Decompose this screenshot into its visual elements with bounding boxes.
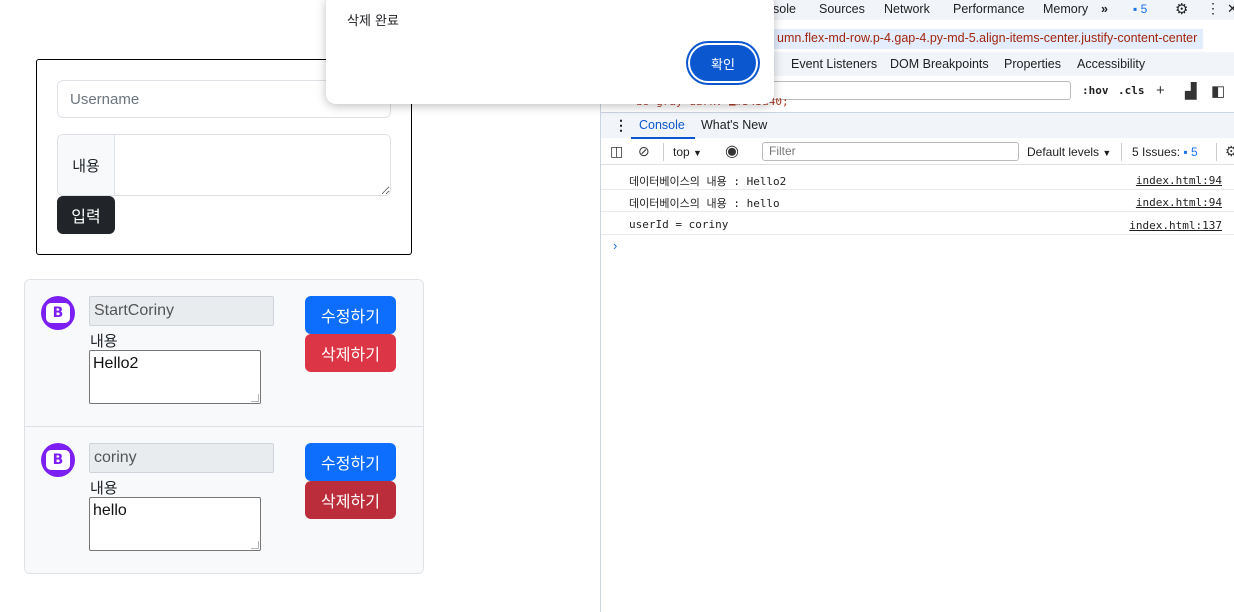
drawer-menu-icon[interactable]: ⋮ xyxy=(614,117,628,134)
post-content-label: 내용 xyxy=(90,332,118,350)
log-levels-dropdown[interactable]: Default levels ▼ xyxy=(1027,145,1111,159)
paint-brush-icon[interactable]: ▟ xyxy=(1185,82,1197,100)
content-input-label: 내용 xyxy=(58,135,115,195)
edit-button[interactable]: 수정하기 xyxy=(305,296,396,334)
console-log-source-link[interactable]: index.html:94 xyxy=(1136,196,1222,209)
resize-grip-icon[interactable] xyxy=(251,541,259,549)
cls-toggle[interactable]: .cls xyxy=(1118,84,1145,97)
bootstrap-logo-letter: B xyxy=(46,303,70,323)
hov-toggle[interactable]: :hov xyxy=(1082,84,1109,97)
chevron-down-icon: ▼ xyxy=(1102,148,1112,158)
tab-console[interactable]: Console xyxy=(631,118,695,139)
tab-accessibility[interactable]: Accessibility xyxy=(1077,57,1145,71)
log-levels-label: Default levels xyxy=(1027,145,1100,159)
post-content-text: Hello2 xyxy=(93,355,139,372)
post-content-textarea[interactable]: hello xyxy=(89,497,261,551)
clear-console-icon[interactable]: ⊘ xyxy=(638,143,650,160)
toggle-sidebar-icon[interactable]: ◧ xyxy=(1211,82,1225,100)
toolbar-divider xyxy=(663,143,664,161)
close-icon[interactable]: ✕ xyxy=(1227,1,1234,17)
toolbar-divider xyxy=(1121,143,1122,161)
console-log-row: userId = coriny index.html:137 xyxy=(601,213,1234,235)
alert-ok-button[interactable]: 확인 xyxy=(690,45,756,81)
more-tabs-icon[interactable]: » xyxy=(1101,2,1108,16)
message-icon: ▪ xyxy=(1133,2,1138,16)
bootstrap-logo-letter: B xyxy=(46,450,70,470)
console-log-row: 데이터베이스의 내용 : hello index.html:94 xyxy=(601,190,1234,212)
console-log-source-link[interactable]: index.html:94 xyxy=(1136,174,1222,187)
tab-performance[interactable]: Performance xyxy=(953,2,1025,16)
post-content-label: 내용 xyxy=(90,479,118,497)
console-toolbar: ◫ ⊘ top ▼ ◉ Filter Default levels ▼ 5 Is… xyxy=(601,139,1234,165)
toolbar-divider xyxy=(1216,143,1217,161)
issues-counter[interactable]: 5 Issues: ▪ 5 xyxy=(1132,145,1198,159)
kebab-menu-icon[interactable]: ⋮ xyxy=(1206,0,1220,17)
console-log-message: userId = coriny xyxy=(629,218,729,231)
resize-grip-icon[interactable] xyxy=(251,394,259,402)
post-list: B StartCoriny 내용 Hello2 수정하기 삭제하기 B cori… xyxy=(24,279,424,574)
context-selector[interactable]: top ▼ xyxy=(673,145,702,159)
tab-console-truncated[interactable]: sole xyxy=(773,2,796,16)
sidebar-toggle-icon[interactable]: ◫ xyxy=(610,143,623,160)
console-log-source-link[interactable]: index.html:137 xyxy=(1129,219,1222,232)
tab-properties[interactable]: Properties xyxy=(1004,57,1061,71)
breadcrumb-selected-element[interactable]: umn.flex-md-row.p-4.gap-4.py-md-5.align-… xyxy=(771,29,1204,49)
bootstrap-logo-icon: B xyxy=(41,296,75,330)
eye-icon[interactable]: ◉ xyxy=(725,141,739,161)
console-filter-input[interactable]: Filter xyxy=(762,142,1019,161)
content-textarea[interactable] xyxy=(115,135,390,195)
issues-badge[interactable]: ▪ 5 xyxy=(1133,2,1147,16)
tab-event-listeners[interactable]: Event Listeners xyxy=(791,57,877,71)
content-input-group: 내용 xyxy=(57,134,391,196)
console-prompt-chevron-icon[interactable]: › xyxy=(613,238,617,253)
delete-button[interactable]: 삭제하기 xyxy=(305,481,396,519)
tab-network[interactable]: Network xyxy=(884,2,930,16)
post-content-text: hello xyxy=(93,502,127,519)
issues-badge-count: 5 xyxy=(1140,2,1148,16)
delete-button[interactable]: 삭제하기 xyxy=(305,334,396,372)
tab-dom-breakpoints[interactable]: DOM Breakpoints xyxy=(890,57,989,71)
tab-memory[interactable]: Memory xyxy=(1043,2,1088,16)
post-username-field: coriny xyxy=(89,443,274,473)
tab-sources[interactable]: Sources xyxy=(819,2,865,16)
issues-label: 5 Issues: xyxy=(1132,145,1181,159)
post-item: B coriny 내용 hello 수정하기 삭제하기 xyxy=(25,427,423,573)
console-log-message: 데이터베이스의 내용 : Hello2 xyxy=(629,175,787,188)
settings-gear-icon[interactable]: ⚙ xyxy=(1175,0,1188,18)
issues-count: 5 xyxy=(1190,145,1198,159)
console-settings-gear-icon[interactable]: ⚙ xyxy=(1225,143,1234,160)
styles-filter-input[interactable] xyxy=(771,81,1071,100)
alert-message: 삭제 완료 xyxy=(347,14,399,29)
edit-button[interactable]: 수정하기 xyxy=(305,443,396,481)
console-log-row: 데이터베이스의 내용 : Hello2 index.html:94 xyxy=(601,168,1234,190)
post-username-field: StartCoriny xyxy=(89,296,274,326)
new-rule-plus-icon[interactable]: + xyxy=(1156,82,1165,99)
console-log-message: 데이터베이스의 내용 : hello xyxy=(629,197,780,210)
message-icon: ▪ xyxy=(1183,145,1188,159)
bootstrap-logo-icon: B xyxy=(41,443,75,477)
context-label: top xyxy=(673,145,690,159)
chevron-down-icon: ▼ xyxy=(693,148,702,158)
tab-whats-new[interactable]: What's New xyxy=(701,118,767,132)
submit-button[interactable]: 입력 xyxy=(57,196,115,234)
drawer-tabs: ⋮ Console What's New xyxy=(601,112,1234,139)
post-content-textarea[interactable]: Hello2 xyxy=(89,350,261,404)
post-item: B StartCoriny 내용 Hello2 수정하기 삭제하기 xyxy=(25,280,423,427)
alert-dialog: 삭제 완료 확인 xyxy=(326,0,774,104)
